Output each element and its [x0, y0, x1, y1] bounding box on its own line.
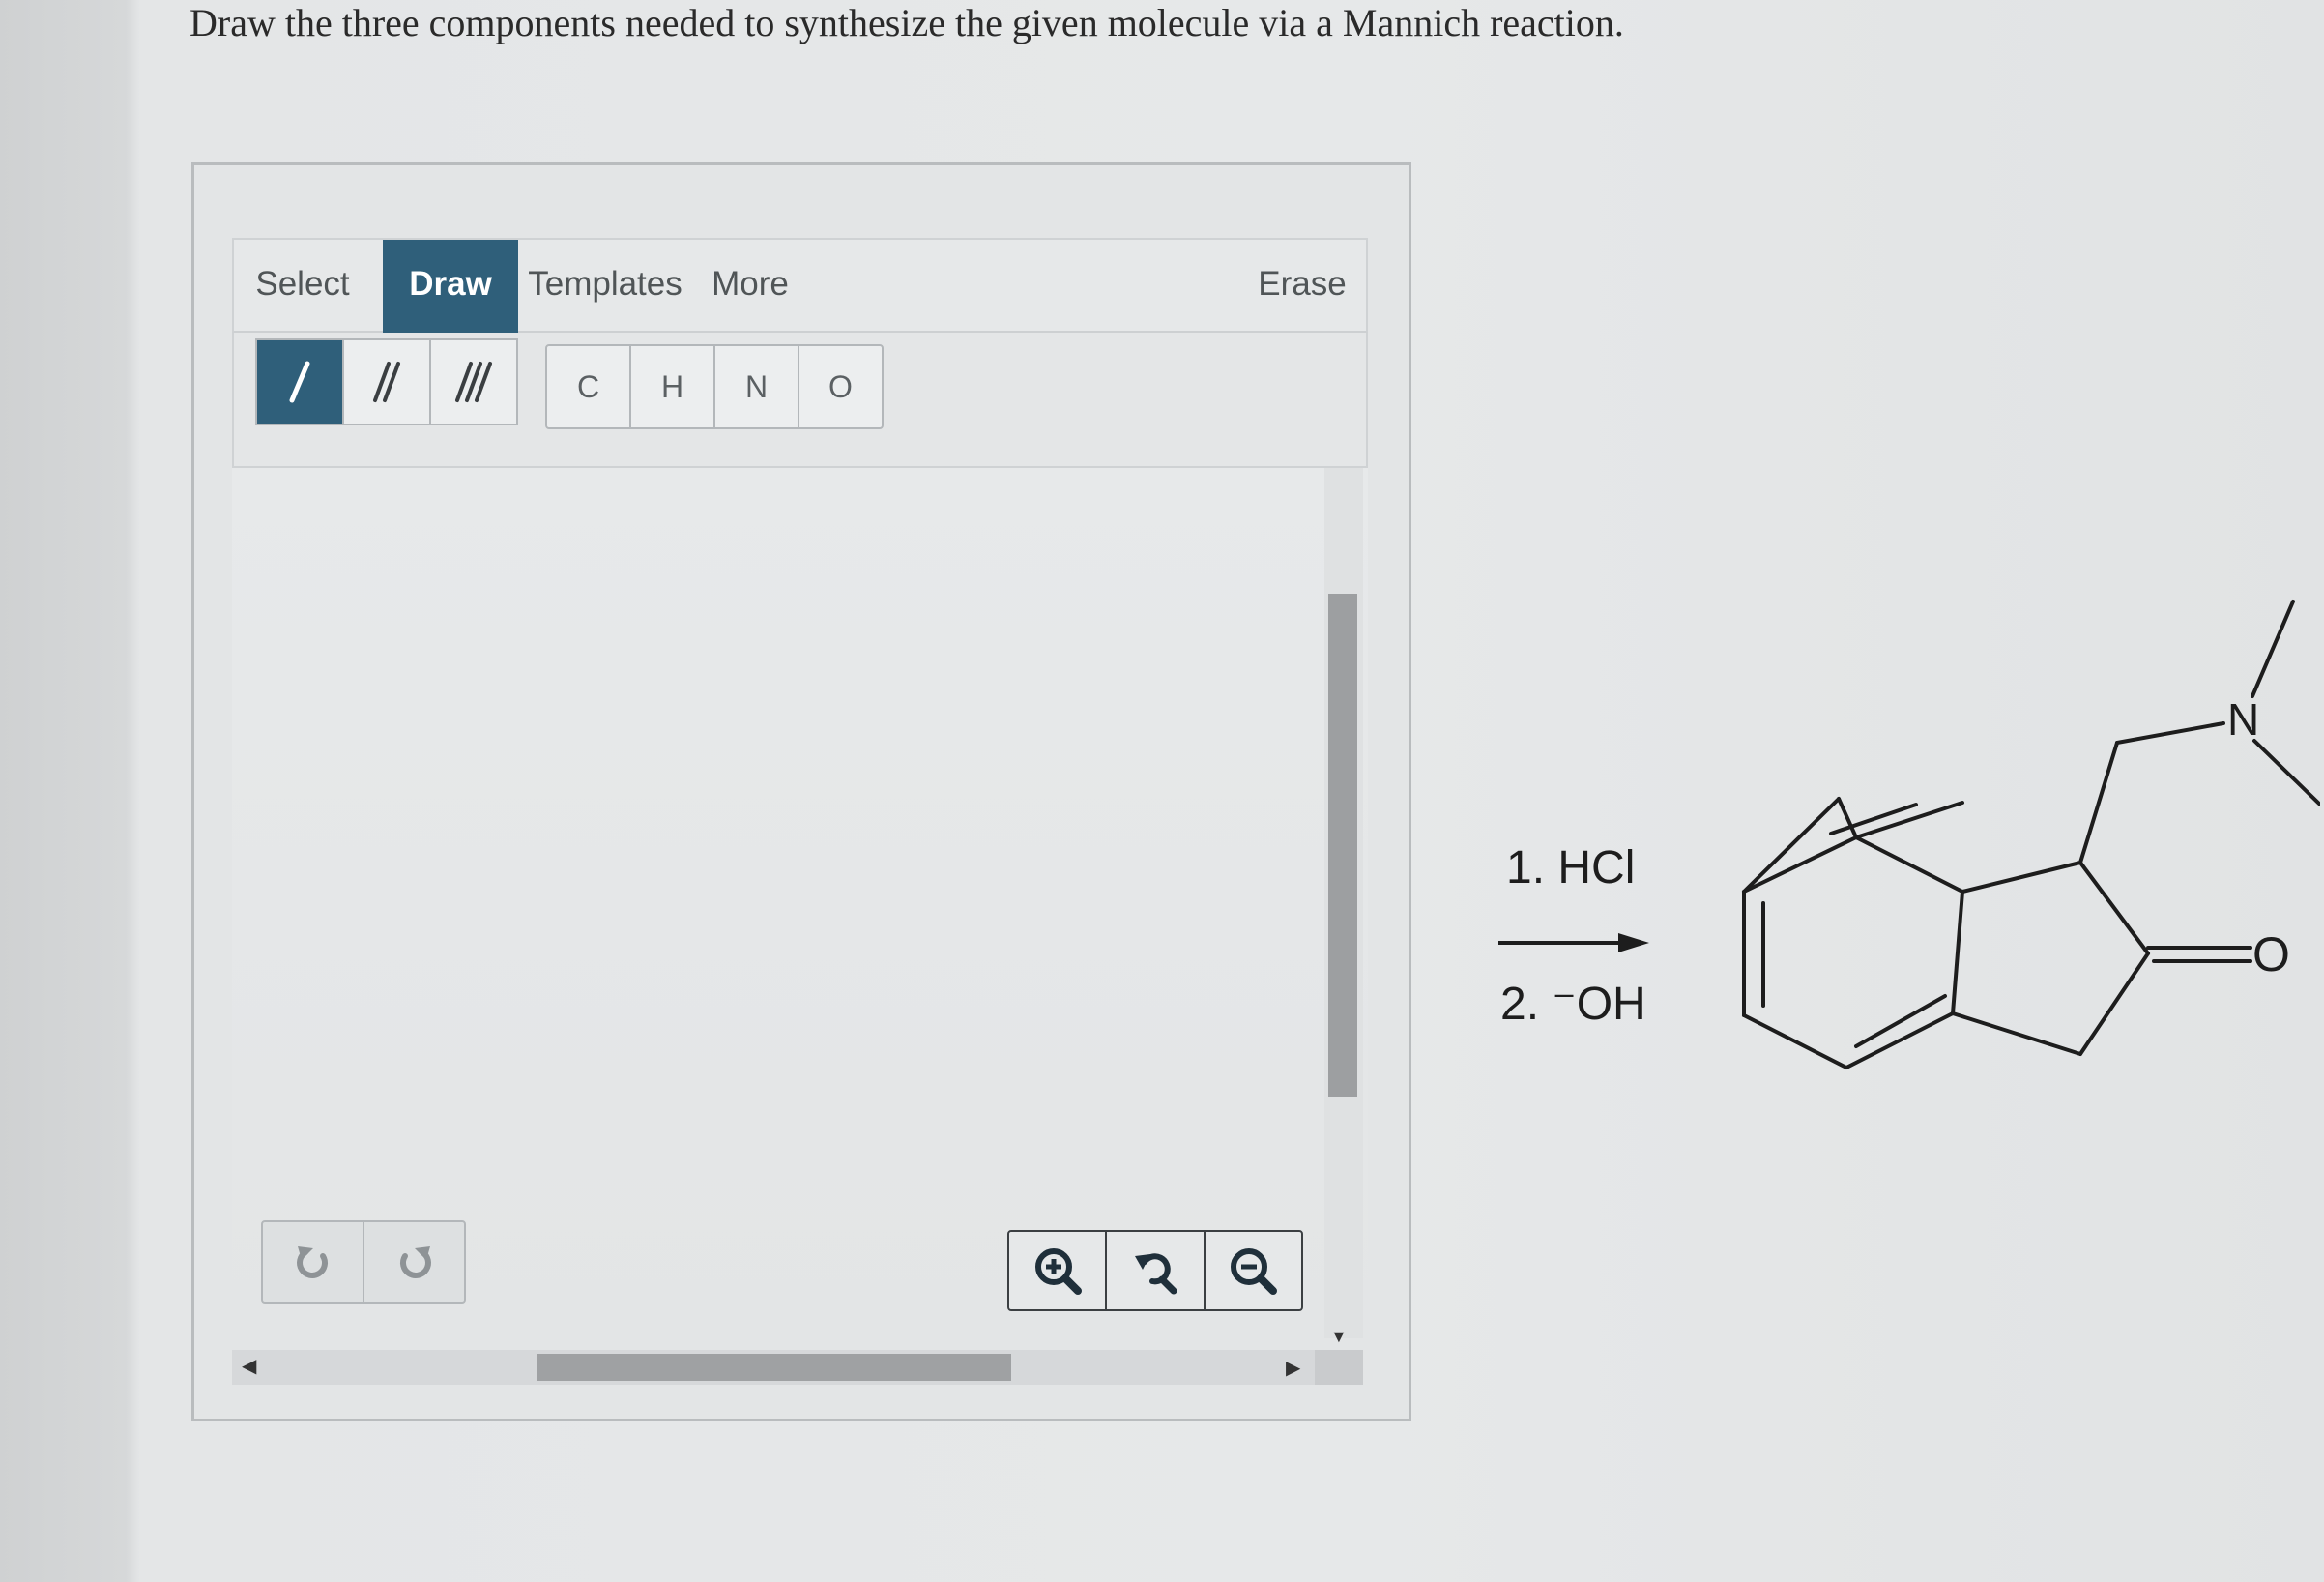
undo-icon: [296, 1246, 328, 1278]
erase-button[interactable]: Erase: [1249, 240, 1355, 333]
scroll-right-arrow-icon[interactable]: ▶: [1286, 1356, 1300, 1380]
single-bond-icon: [289, 361, 310, 403]
horizontal-scrollbar[interactable]: ◀ ▶: [232, 1350, 1315, 1385]
tab-draw[interactable]: Draw: [383, 240, 518, 333]
product-bond: [1961, 861, 2082, 894]
atom-tool-group: C H N O: [545, 344, 884, 429]
zoom-out-icon: [1231, 1248, 1278, 1295]
scroll-left-arrow-icon[interactable]: ◀: [242, 1354, 256, 1378]
scroll-down-arrow-icon[interactable]: ▼: [1330, 1327, 1348, 1347]
reaction-conditions: 1. HCl 2. ⁻OH: [1489, 832, 1663, 1044]
product-bond: [2115, 721, 2225, 745]
product-bond: [1742, 1013, 1848, 1069]
question-prompt: Draw the three components needed to synt…: [189, 1, 1624, 44]
redo-icon: [399, 1246, 431, 1278]
product-bond: [2078, 861, 2150, 955]
zoom-reset-icon: [1134, 1253, 1177, 1295]
reagent-step-2: 2. ⁻OH: [1500, 979, 1646, 1030]
vertical-scroll-thumb[interactable]: [1328, 594, 1357, 1097]
atom-button-oxygen[interactable]: O: [799, 346, 882, 427]
atom-button-nitrogen[interactable]: N: [715, 346, 799, 427]
reagent-step-1: 1. HCl: [1506, 842, 1636, 894]
product-bond-methyl: [2252, 739, 2320, 806]
zoom-in-icon: [1034, 1248, 1082, 1295]
history-controls: [261, 1220, 466, 1304]
tab-select[interactable]: Select: [249, 240, 356, 333]
double-bond-button[interactable]: [344, 340, 431, 424]
product-bond-methyl: [2251, 600, 2295, 698]
tab-more[interactable]: More: [702, 240, 799, 333]
bond-tool-group: [255, 338, 518, 425]
product-bond: [1854, 835, 1964, 894]
product-bond: [1951, 890, 1964, 1015]
tab-templates[interactable]: Templates: [526, 240, 684, 333]
redo-button[interactable]: [364, 1222, 464, 1302]
atom-button-carbon[interactable]: C: [547, 346, 631, 427]
oxygen-atom-label: O: [2252, 927, 2290, 981]
undo-button[interactable]: [263, 1222, 364, 1302]
triple-bond-button[interactable]: [431, 340, 516, 424]
product-bond: [2078, 741, 2119, 864]
product-bond: [1951, 1011, 2082, 1056]
product-bond: [1742, 835, 1858, 894]
double-bond-icon: [373, 362, 400, 402]
editor-tab-bar: Select Draw Templates More Erase: [232, 238, 1368, 333]
zoom-reset-button[interactable]: [1107, 1232, 1206, 1309]
drawing-canvas[interactable]: ▼: [232, 468, 1368, 1346]
product-molecule: N O: [1742, 600, 2320, 1069]
structure-editor: Select Draw Templates More Erase C H N O…: [232, 238, 1368, 1385]
reaction-arrow-icon: [1498, 933, 1649, 952]
atom-button-hydrogen[interactable]: H: [631, 346, 715, 427]
product-bond: [1742, 797, 1841, 894]
product-bond: [2078, 952, 2150, 1056]
horizontal-scroll-thumb[interactable]: [537, 1354, 1011, 1381]
zoom-in-button[interactable]: [1009, 1232, 1108, 1309]
nitrogen-atom-label: N: [2227, 694, 2259, 745]
scrollbar-corner: [1315, 1350, 1363, 1385]
triple-bond-icon: [455, 362, 492, 402]
zoom-out-button[interactable]: [1206, 1232, 1301, 1309]
single-bond-button[interactable]: [257, 340, 344, 424]
zoom-controls: [1007, 1230, 1303, 1311]
